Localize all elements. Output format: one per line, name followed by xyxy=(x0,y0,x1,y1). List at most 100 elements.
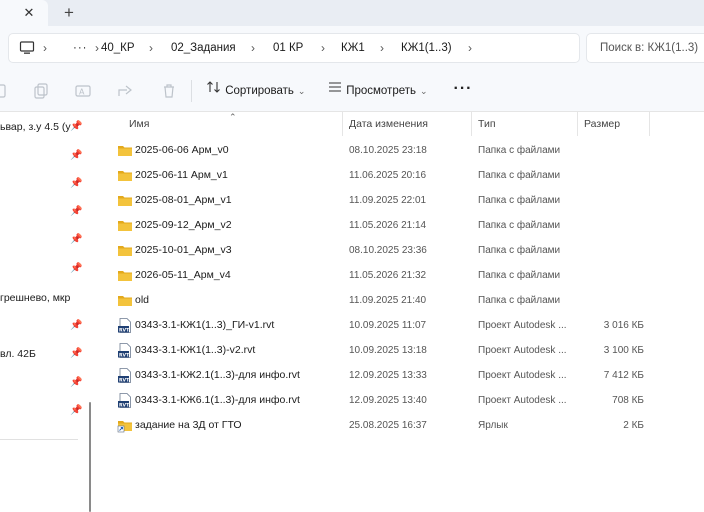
svg-text:RVT: RVT xyxy=(119,378,130,384)
file-date: 12.09.2025 13:33 xyxy=(349,370,427,381)
sort-button[interactable]: Сортировать ⌄ xyxy=(206,79,305,103)
file-date: 25.08.2025 16:37 xyxy=(349,420,427,431)
column-header-name[interactable]: Имя xyxy=(129,112,149,136)
file-row[interactable]: 2025-06-11 Арм_v1 11.06.2025 20:16 Папка… xyxy=(100,163,660,188)
breadcrumb-item[interactable]: КЖ1 xyxy=(341,34,365,62)
file-size xyxy=(584,163,644,188)
delete-icon[interactable] xyxy=(160,82,178,100)
breadcrumb-item[interactable]: 01 КР xyxy=(273,34,303,62)
sort-icon xyxy=(206,79,222,103)
file-row[interactable]: 2025-08-01_Арм_v1 11.09.2025 22:01 Папка… xyxy=(100,188,660,213)
nav-item[interactable]: ьвар, з.у 4.5 (у 📌 xyxy=(0,117,88,137)
pin-icon: 📌 xyxy=(70,263,83,274)
file-row[interactable]: 2025-09-12_Арм_v2 11.05.2026 21:14 Папка… xyxy=(100,213,660,238)
file-name: 0343-3.1-КЖ1(1..3)_ГИ-v1.rvt xyxy=(135,319,275,331)
pin-icon: 📌 xyxy=(70,320,83,331)
share-icon[interactable] xyxy=(116,82,134,100)
file-row[interactable]: RVT 0343-3.1-КЖ1(1..3)_ГИ-v1.rvt 10.09.2… xyxy=(100,313,660,338)
pin-icon: 📌 xyxy=(70,206,83,217)
close-tab-button[interactable]: ✕ xyxy=(20,4,38,22)
more-options-button[interactable]: ··· xyxy=(452,79,474,103)
file-name: 2025-10-01_Арм_v3 xyxy=(135,244,232,256)
file-date: 08.10.2025 23:36 xyxy=(349,245,427,256)
nav-scrollbar[interactable] xyxy=(89,402,91,512)
shortcut-icon xyxy=(117,418,133,433)
breadcrumb-item[interactable]: 02_Задания xyxy=(171,34,236,62)
view-icon xyxy=(327,79,343,103)
file-date: 10.09.2025 11:07 xyxy=(349,320,427,331)
chevron-right-icon[interactable]: › xyxy=(468,34,472,62)
file-type: Ярлык xyxy=(478,420,508,431)
nav-item[interactable]: 📌 xyxy=(0,316,88,336)
file-name: задание на 3Д от ГТО xyxy=(135,419,242,431)
address-row: › ··· › 40_КР › 02_Задания › 01 КР › КЖ1… xyxy=(0,26,704,70)
file-size: 3 100 КБ xyxy=(603,345,644,356)
file-size xyxy=(584,188,644,213)
chevron-right-icon: › xyxy=(380,41,384,55)
tab-current[interactable]: ✕ xyxy=(0,0,48,26)
search-input[interactable]: Поиск в: КЖ1(1..3) xyxy=(586,33,704,63)
file-name: 2026-05-11_Арм_v4 xyxy=(135,269,231,281)
nav-item[interactable]: 📌 xyxy=(0,259,88,279)
nav-item[interactable]: 📌 xyxy=(0,230,88,250)
nav-item-label: ьвар, з.у 4.5 (у xyxy=(0,121,71,133)
copy-icon[interactable] xyxy=(32,82,50,100)
column-header-size[interactable]: Размер xyxy=(584,112,620,136)
navigation-pane: ьвар, з.у 4.5 (у 📌 📌 📌 📌 📌 📌 грешнево, мк… xyxy=(0,112,96,512)
file-row[interactable]: 2026-05-11_Арм_v4 11.05.2026 21:32 Папка… xyxy=(100,263,660,288)
nav-item[interactable]: 📌 xyxy=(0,202,88,222)
nav-item-label: грешнево, мкр xyxy=(0,292,71,304)
svg-text:RVT: RVT xyxy=(119,403,130,409)
column-resize-handle[interactable] xyxy=(471,112,472,136)
nav-item[interactable]: грешнево, мкр xyxy=(0,288,88,308)
folder-icon xyxy=(117,243,133,258)
file-type: Проект Autodesk ... xyxy=(478,370,567,381)
file-name: 2025-08-01_Арм_v1 xyxy=(135,194,232,206)
file-type: Папка с файлами xyxy=(478,195,561,206)
file-date: 11.09.2025 21:40 xyxy=(349,295,427,306)
address-bar[interactable]: › ··· › 40_КР › 02_Задания › 01 КР › КЖ1… xyxy=(8,33,580,63)
file-date: 10.09.2025 13:18 xyxy=(349,345,427,356)
folder-icon xyxy=(117,168,133,183)
new-tab-button[interactable]: + xyxy=(58,3,80,23)
file-row[interactable]: RVT 0343-3.1-КЖ6.1(1..3)-для инфо.rvt 12… xyxy=(100,388,660,413)
file-row[interactable]: 2025-10-01_Арм_v3 08.10.2025 23:36 Папка… xyxy=(100,238,660,263)
breadcrumb-more[interactable]: ··· xyxy=(73,34,88,62)
pin-icon: 📌 xyxy=(70,121,83,132)
file-row[interactable]: 2025-06-06 Арм_v0 08.10.2025 23:18 Папка… xyxy=(100,138,660,163)
file-type: Проект Autodesk ... xyxy=(478,345,567,356)
view-button[interactable]: Просмотреть ⌄ xyxy=(327,79,428,103)
revit-file-icon: RVT xyxy=(117,393,133,409)
file-row[interactable]: задание на 3Д от ГТО 25.08.2025 16:37 Яр… xyxy=(100,413,660,438)
rename-icon[interactable]: A xyxy=(74,82,92,100)
folder-icon xyxy=(117,268,133,283)
nav-item[interactable]: 📌 xyxy=(0,146,88,166)
nav-item[interactable]: 📌 xyxy=(0,373,88,393)
file-type: Папка с файлами xyxy=(478,270,561,281)
computer-icon[interactable] xyxy=(19,40,35,56)
nav-item[interactable]: вл. 42Б 📌 xyxy=(0,344,88,364)
file-name: 2025-06-06 Арм_v0 xyxy=(135,144,229,156)
file-type: Папка с файлами xyxy=(478,220,561,231)
folder-icon xyxy=(117,143,133,158)
breadcrumb-item-current[interactable]: КЖ1(1..3) xyxy=(401,34,452,62)
file-row[interactable]: RVT 0343-3.1-КЖ2.1(1..3)-для инфо.rvt 12… xyxy=(100,363,660,388)
file-date: 11.06.2025 20:16 xyxy=(349,170,427,181)
file-row[interactable]: old 11.09.2025 21:40 Папка с файлами xyxy=(100,288,660,313)
column-header-date[interactable]: Дата изменения xyxy=(349,112,428,136)
file-type: Папка с файлами xyxy=(478,295,561,306)
column-header-type[interactable]: Тип xyxy=(478,112,496,136)
column-resize-handle[interactable] xyxy=(342,112,343,136)
chevron-right-icon: › xyxy=(149,41,153,55)
breadcrumb-item[interactable]: 40_КР xyxy=(101,34,135,62)
column-resize-handle[interactable] xyxy=(649,112,650,136)
nav-item[interactable]: 📌 xyxy=(0,401,88,421)
revit-file-icon: RVT xyxy=(117,368,133,384)
file-row[interactable]: RVT 0343-3.1-КЖ1(1..3)-v2.rvt 10.09.2025… xyxy=(100,338,660,363)
nav-item[interactable]: 📌 xyxy=(0,174,88,194)
cut-icon[interactable] xyxy=(0,82,10,100)
file-size xyxy=(584,238,644,263)
file-size: 3 016 КБ xyxy=(603,320,644,331)
file-type: Папка с файлами xyxy=(478,145,561,156)
column-resize-handle[interactable] xyxy=(577,112,578,136)
